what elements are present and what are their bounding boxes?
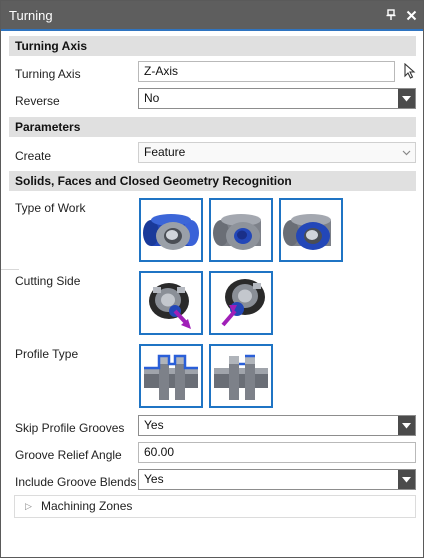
include-groove-blends-value: Yes <box>144 472 164 486</box>
divider <box>1 269 19 270</box>
profile-type-label: Profile Type <box>15 347 79 361</box>
groove-relief-angle-label: Groove Relief Angle <box>15 448 122 462</box>
reverse-label: Reverse <box>15 94 60 108</box>
expand-triangle-icon[interactable]: ▷ <box>25 496 32 517</box>
reverse-dropdown[interactable]: No <box>138 88 416 109</box>
work-inner-highlight-tile[interactable] <box>209 198 273 262</box>
turning-panel: Turning Turning Axis Turning Axis Z-Axis… <box>0 0 424 558</box>
section-turning-axis: Turning Axis <box>9 36 416 56</box>
chevron-down-icon[interactable] <box>398 89 415 108</box>
profile-type-inner-tile[interactable] <box>209 344 273 408</box>
work-face-highlight-tile[interactable] <box>279 198 343 262</box>
section-parameters: Parameters <box>9 117 416 137</box>
skip-profile-grooves-value: Yes <box>144 418 164 432</box>
turning-axis-label: Turning Axis <box>15 67 81 81</box>
cylinder-outer-icon <box>143 214 199 250</box>
window-title: Turning <box>9 7 53 23</box>
chevron-down-icon[interactable] <box>398 470 415 489</box>
machining-zones-label: Machining Zones <box>41 499 133 513</box>
profile-type-outer-tile[interactable] <box>139 344 203 408</box>
include-groove-blends-dropdown[interactable]: Yes <box>138 469 416 490</box>
cutting-tool-up-arrow-icon <box>221 279 265 327</box>
cylinder-face-icon <box>283 214 331 250</box>
chevron-down-icon[interactable] <box>398 416 415 435</box>
cutting-tool-down-arrow-icon <box>149 283 191 329</box>
section-solids-recognition: Solids, Faces and Closed Geometry Recogn… <box>9 171 416 191</box>
cutting-side-label: Cutting Side <box>15 274 81 288</box>
chevron-down-icon[interactable] <box>398 143 415 162</box>
profile-shaft-inner-icon <box>214 354 268 400</box>
titlebar: Turning <box>1 1 423 31</box>
work-outer-highlight-tile[interactable] <box>139 198 203 262</box>
cutting-side-front-tile[interactable] <box>139 271 203 335</box>
select-cursor-icon[interactable] <box>403 63 417 79</box>
create-dropdown[interactable]: Feature <box>138 142 416 163</box>
cylinder-inner-icon <box>213 214 261 250</box>
close-icon[interactable] <box>403 7 419 23</box>
type-of-work-label: Type of Work <box>15 201 86 215</box>
groove-relief-angle-input[interactable]: 60.00 <box>138 442 416 463</box>
include-groove-blends-label: Include Groove Blends <box>15 475 137 489</box>
pin-icon[interactable] <box>383 7 399 23</box>
create-label: Create <box>15 149 52 163</box>
profile-shaft-outer-icon <box>144 354 198 400</box>
machining-zones-expander[interactable]: ▷ Machining Zones <box>14 495 416 518</box>
turning-axis-field[interactable]: Z-Axis <box>138 61 395 82</box>
skip-profile-grooves-label: Skip Profile Grooves <box>15 421 125 435</box>
cutting-side-back-tile[interactable] <box>209 271 273 335</box>
skip-profile-grooves-dropdown[interactable]: Yes <box>138 415 416 436</box>
create-value: Feature <box>144 145 186 159</box>
reverse-value: No <box>144 91 160 105</box>
